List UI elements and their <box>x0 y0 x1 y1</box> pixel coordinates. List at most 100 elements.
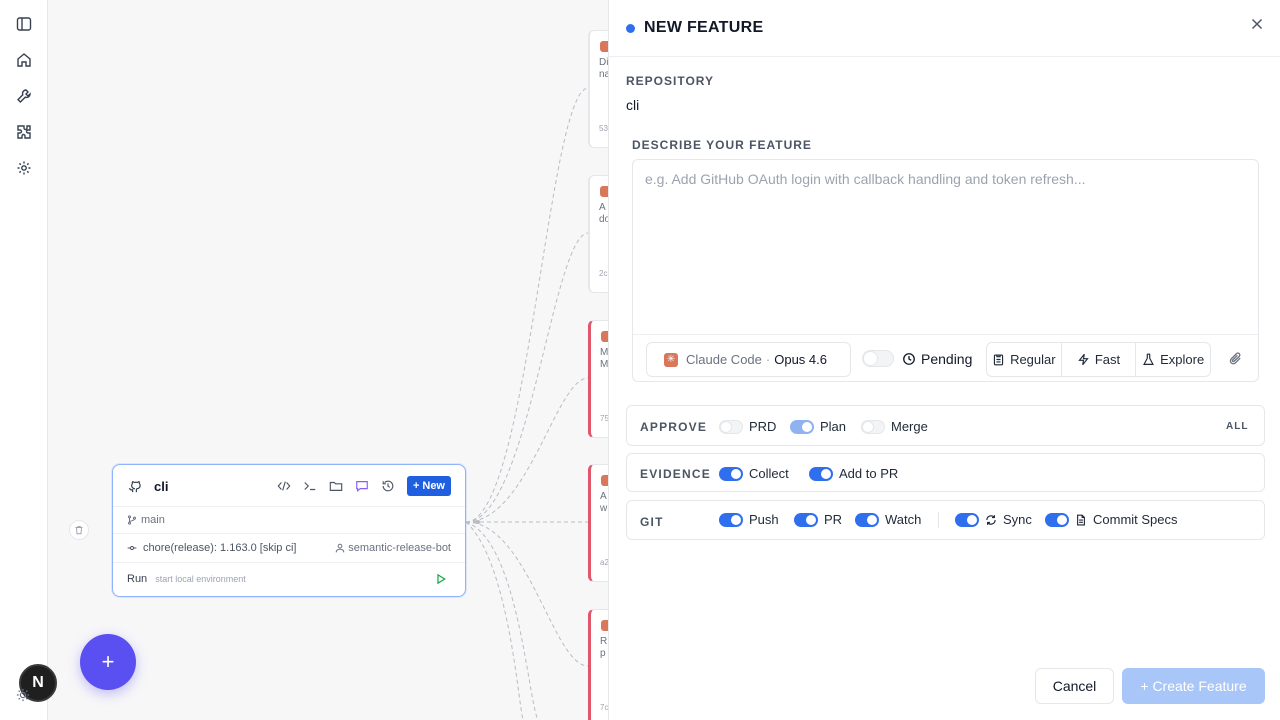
close-icon[interactable] <box>1249 16 1265 32</box>
trash-icon[interactable] <box>69 520 89 540</box>
new-feature-panel: NEW FEATURE REPOSITORY cli DESCRIBE YOUR… <box>608 0 1280 720</box>
plus-icon: + <box>412 480 420 492</box>
branch-icon <box>127 515 137 525</box>
run-hint: start local environment <box>155 574 246 584</box>
git-commit-specs[interactable]: Commit Specs <box>1045 512 1178 527</box>
feature-card[interactable]: MM 75 <box>588 320 610 438</box>
commit-specs-toggle[interactable] <box>1045 512 1069 527</box>
terminal-icon[interactable] <box>303 479 317 493</box>
option-label: Sync <box>1003 512 1032 527</box>
approve-merge[interactable]: Merge <box>861 419 928 434</box>
refresh-icon <box>985 514 997 526</box>
puzzle-icon[interactable] <box>14 122 34 142</box>
git-divider <box>938 512 939 528</box>
approve-row: APPROVE PRD Plan Merge ALL <box>626 405 1265 446</box>
feature-description-input[interactable] <box>633 160 1258 334</box>
home-icon[interactable] <box>14 50 34 70</box>
git-push[interactable]: Push <box>719 512 779 527</box>
mode-segmented-control: Regular Fast Explore <box>986 342 1211 377</box>
gear-icon[interactable] <box>14 158 34 178</box>
panel-header: NEW FEATURE <box>609 0 1280 57</box>
add-to-pr-toggle[interactable] <box>809 466 833 481</box>
model-name: Opus 4.6 <box>774 352 827 367</box>
approve-all-button[interactable]: ALL <box>1226 421 1248 432</box>
feature-card[interactable]: Aw a2 <box>588 464 610 582</box>
repository-node[interactable]: cli + New main chore(release): 1.163.0 [s… <box>112 464 466 597</box>
git-sync[interactable]: Sync <box>955 512 1032 527</box>
left-sidebar <box>0 0 48 720</box>
mode-label: Fast <box>1094 352 1121 367</box>
new-feature-button[interactable]: + New <box>406 476 451 496</box>
play-icon[interactable] <box>435 573 447 585</box>
card-title: R <box>600 636 608 647</box>
mode-label: Explore <box>1160 352 1205 367</box>
model-separator: · <box>765 352 771 367</box>
watch-toggle[interactable] <box>855 512 879 527</box>
repository-label: REPOSITORY <box>626 74 715 88</box>
sync-toggle[interactable] <box>955 512 979 527</box>
evidence-row: EVIDENCE Collect Add to PR <box>626 453 1265 492</box>
branch-name: main <box>141 514 165 526</box>
add-feature-fab[interactable]: + <box>80 634 136 690</box>
evidence-collect[interactable]: Collect <box>719 466 789 481</box>
paperclip-icon[interactable] <box>1228 351 1243 366</box>
option-label: Commit Specs <box>1093 512 1178 527</box>
describe-toolbar: ✳ Claude Code · Opus 4.6 Pending Regular <box>633 334 1258 382</box>
evidence-label: EVIDENCE <box>640 467 711 481</box>
chat-icon[interactable] <box>355 479 369 493</box>
push-toggle[interactable] <box>719 512 743 527</box>
option-label: Merge <box>891 419 928 434</box>
pr-toggle[interactable] <box>794 512 818 527</box>
user-icon <box>335 543 345 553</box>
panel-title: NEW FEATURE <box>644 19 764 36</box>
describe-box: ✳ Claude Code · Opus 4.6 Pending Regular <box>632 159 1259 382</box>
approve-plan[interactable]: Plan <box>790 419 846 434</box>
approve-prd[interactable]: PRD <box>719 419 776 434</box>
git-row: GIT Push PR Watch Sync Commit Specs <box>626 500 1265 540</box>
prd-toggle[interactable] <box>719 419 743 434</box>
git-pr[interactable]: PR <box>794 512 842 527</box>
mode-explore[interactable]: Explore <box>1136 343 1210 376</box>
claude-icon: ✳ <box>664 352 678 367</box>
github-icon <box>127 479 142 494</box>
evidence-add-to-pr[interactable]: Add to PR <box>809 466 898 481</box>
describe-label: DESCRIBE YOUR FEATURE <box>632 138 812 152</box>
folder-icon[interactable] <box>329 479 343 493</box>
repository-name: cli <box>154 478 169 494</box>
run-label: Run <box>127 573 148 585</box>
wrench-icon[interactable] <box>14 86 34 106</box>
pending-toggle[interactable] <box>862 350 894 367</box>
commit-message: chore(release): 1.163.0 [skip ci] <box>143 542 297 554</box>
option-label: Push <box>749 512 779 527</box>
git-label: GIT <box>640 515 664 529</box>
collect-toggle[interactable] <box>719 466 743 481</box>
theme-sun-icon[interactable] <box>16 688 32 704</box>
create-feature-button[interactable]: + Create Feature <box>1122 668 1265 704</box>
repository-value: cli <box>626 97 640 113</box>
approve-label: APPROVE <box>640 420 708 434</box>
clock-icon <box>902 352 916 366</box>
feature-canvas[interactable]: Di na 53 Ado 2c MM 75 Aw a2 Rp 7c cli + … <box>48 0 610 720</box>
card-subtitle: p <box>600 648 606 659</box>
cancel-button[interactable]: Cancel <box>1035 668 1114 704</box>
sidebar-toggle-icon[interactable] <box>14 14 34 34</box>
graph-edges <box>465 87 589 720</box>
code-icon[interactable] <box>277 479 291 493</box>
option-label: Add to PR <box>839 466 899 481</box>
mode-regular[interactable]: Regular <box>987 343 1062 376</box>
feature-card[interactable]: Rp 7c <box>588 609 610 720</box>
card-id: 53 <box>599 124 608 133</box>
document-icon <box>1075 514 1087 526</box>
merge-toggle[interactable] <box>861 419 885 434</box>
model-selector[interactable]: ✳ Claude Code · Opus 4.6 <box>646 342 851 377</box>
option-label: Plan <box>820 419 847 434</box>
mode-fast[interactable]: Fast <box>1062 343 1137 376</box>
card-id: 2c <box>599 269 608 278</box>
feature-card[interactable]: Di na 53 <box>588 30 610 148</box>
history-icon[interactable] <box>381 479 395 493</box>
plan-toggle[interactable] <box>790 419 814 434</box>
feature-card[interactable]: Ado 2c <box>588 175 610 293</box>
flask-icon <box>1142 353 1155 366</box>
mode-label: Regular <box>1010 352 1056 367</box>
git-watch[interactable]: Watch <box>855 512 921 527</box>
